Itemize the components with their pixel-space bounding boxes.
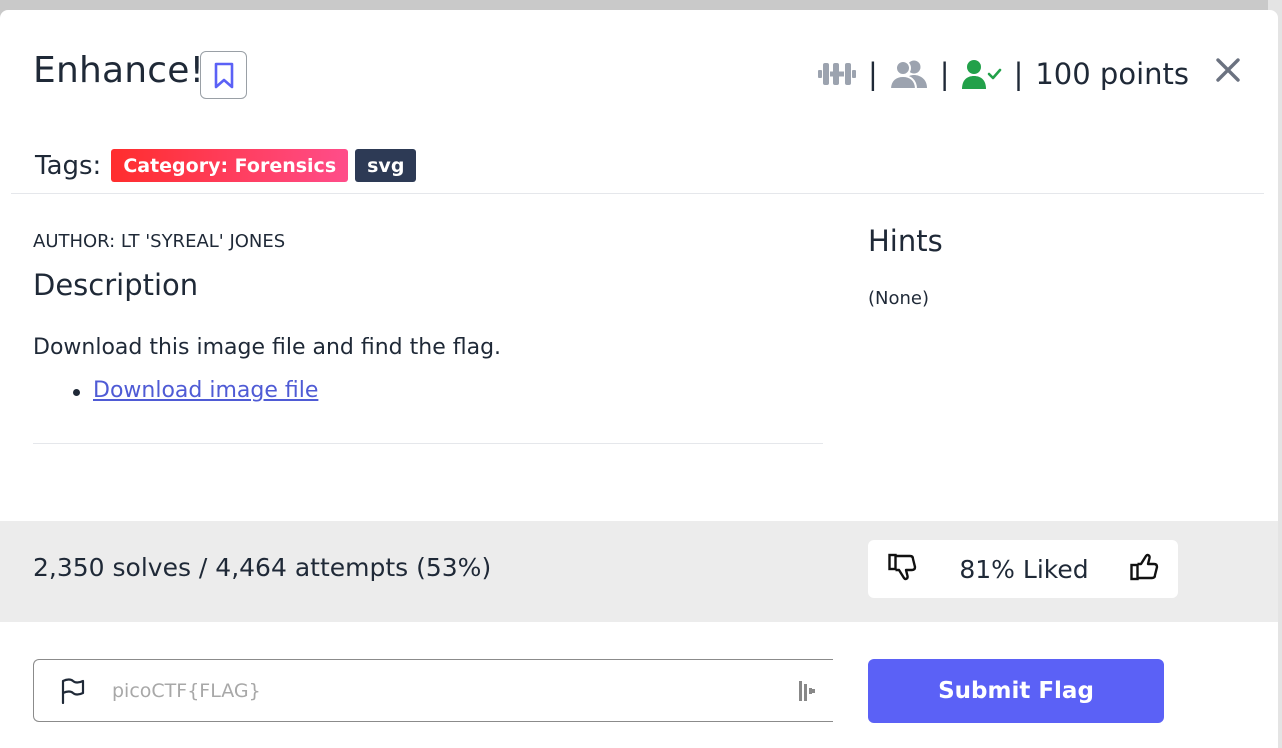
flag-input-group bbox=[33, 659, 833, 722]
tags-row: Tags: Category: Forensics svg bbox=[35, 149, 423, 182]
header-divider bbox=[11, 193, 1264, 194]
author-text: AUTHOR: LT 'SYREAL' JONES bbox=[33, 231, 286, 252]
bookmark-button[interactable] bbox=[200, 51, 247, 99]
meta-separator: | bbox=[868, 57, 878, 91]
thumbs-down-button[interactable] bbox=[888, 553, 918, 586]
challenge-meta: | | | 100 points bbox=[818, 54, 1189, 94]
user-check-icon bbox=[961, 60, 1001, 89]
close-button[interactable] bbox=[1214, 56, 1242, 84]
close-icon bbox=[1216, 58, 1240, 82]
thumbs-up-icon bbox=[1130, 553, 1159, 580]
flag-icon bbox=[61, 677, 85, 704]
submit-flag-button[interactable]: Submit Flag bbox=[868, 659, 1164, 723]
hints-value: (None) bbox=[868, 288, 930, 309]
thumbs-up-button[interactable] bbox=[1130, 553, 1160, 586]
description-heading: Description bbox=[33, 268, 199, 302]
tags-label: Tags: bbox=[35, 150, 102, 181]
download-list: Download image file bbox=[73, 378, 318, 403]
description-text: Download this image file and find the fl… bbox=[33, 335, 502, 360]
thumbs-down-icon bbox=[888, 553, 917, 580]
liked-percent: 81% Liked bbox=[959, 554, 1089, 584]
challenge-modal: Enhance! | | | 100 points Tags: Category… bbox=[0, 10, 1278, 748]
flag-input[interactable] bbox=[110, 678, 754, 703]
tag-svg[interactable]: svg bbox=[355, 149, 417, 182]
challenge-title: Enhance! bbox=[33, 50, 205, 91]
description-divider bbox=[33, 443, 823, 444]
rating-box: 81% Liked bbox=[868, 540, 1178, 598]
tag-category-forensics[interactable]: Category: Forensics bbox=[111, 149, 349, 182]
download-image-link[interactable]: Download image file bbox=[93, 378, 318, 403]
meta-separator: | bbox=[1013, 57, 1024, 91]
solves-stats: 2,350 solves / 4,464 attempts (53%) bbox=[33, 553, 492, 582]
users-icon bbox=[889, 60, 927, 89]
meta-separator: | bbox=[939, 57, 950, 91]
dumbbell-icon bbox=[818, 63, 857, 85]
password-manager-icon[interactable] bbox=[798, 680, 816, 702]
list-bullet bbox=[73, 389, 80, 396]
hints-heading: Hints bbox=[868, 224, 943, 258]
bookmark-icon bbox=[214, 62, 233, 88]
points-text: 100 points bbox=[1035, 57, 1189, 91]
